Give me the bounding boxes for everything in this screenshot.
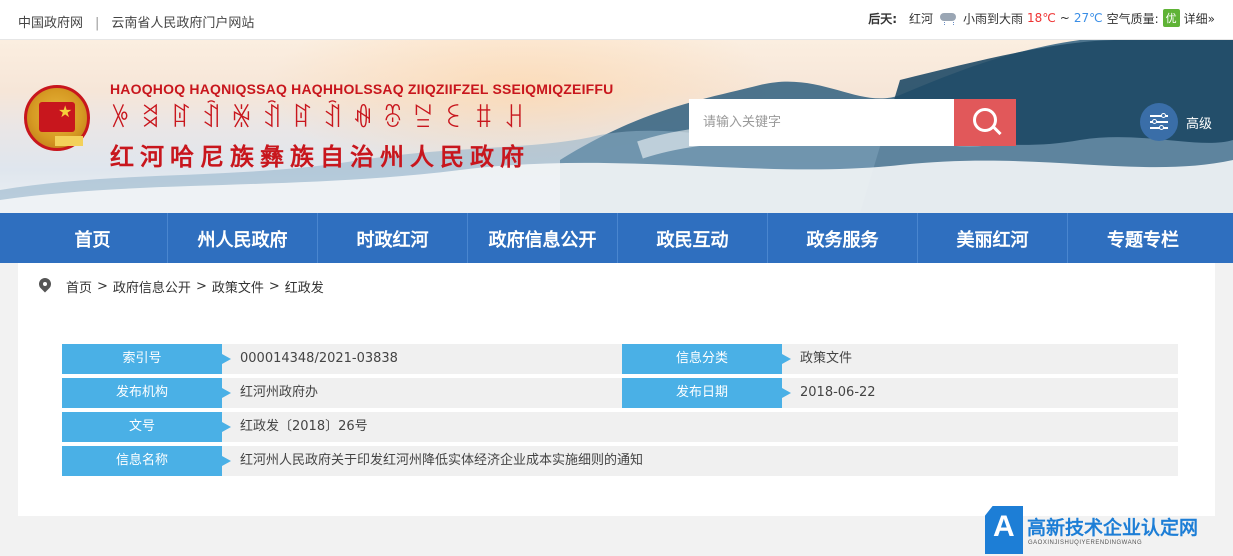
document-title-value: 红河州人民政府关于印发红河州降低实体经济企业成本实施细则的通知 (222, 446, 1178, 476)
weather-details-link[interactable]: 详细» (1184, 10, 1215, 27)
document-number-label: 文号 (62, 412, 231, 442)
watermark-logo-icon: A (985, 506, 1023, 554)
index-number-value: 000014348/2021-03838 (222, 344, 622, 374)
emblem-gate (55, 136, 83, 146)
breadcrumb-policy-docs[interactable]: 政策文件 (212, 277, 264, 296)
document-metadata-table: 索引号 000014348/2021-03838 信息分类 政策文件 发布机构 … (62, 344, 1178, 480)
breadcrumb-disclosure[interactable]: 政府信息公开 (113, 277, 191, 296)
sliders-icon (1140, 103, 1178, 141)
breadcrumb-separator: > (97, 279, 108, 294)
top-bar: 中国政府网 | 云南省人民政府门户网站 后天: 红河 小雨到大雨 18℃ ~ 27℃ 空… (0, 0, 1233, 40)
watermark-logo-letter: A (993, 510, 1015, 543)
category-value: 政策文件 (782, 344, 1178, 374)
emblem-star: ★ (58, 102, 73, 121)
breadcrumb-home[interactable]: 首页 (66, 277, 92, 296)
breadcrumb-separator: > (268, 279, 280, 294)
advanced-search-button[interactable]: 高级 (1140, 103, 1212, 141)
search-icon-handle (992, 125, 1002, 136)
advanced-search-label: 高级 (1186, 116, 1213, 132)
nav-item-special-topics[interactable]: 专题专栏 (1068, 213, 1218, 263)
publish-date-label: 发布日期 (622, 378, 791, 408)
breadcrumb: 首页 > 政府信息公开 > 政策文件 > 红政发 (38, 277, 324, 296)
top-links: 中国政府网 | 云南省人民政府门户网站 (18, 12, 254, 31)
watermark-title: 高新技术企业认定网 (1027, 517, 1199, 539)
location-pin-icon (38, 278, 52, 295)
site-title-chinese[interactable]: 红河哈尼族彝族自治州人民政府 (110, 137, 530, 172)
meta-row: 发布机构 红河州政府办 发布日期 2018-06-22 (62, 378, 1178, 408)
site-title-yi: ꉼꈬꍏꀉꍐꀉꍏꀉꊿꁨꊂꏂꐚꃅ (110, 104, 535, 134)
weather-day-label: 后天: (868, 11, 898, 26)
document-number-value: 红政发〔2018〕26号 (222, 412, 1178, 442)
link-yunnan-portal[interactable]: 云南省人民政府门户网站 (111, 16, 254, 31)
breadcrumb-current[interactable]: 红政发 (285, 277, 324, 296)
search-button[interactable] (954, 99, 1016, 146)
index-number-label: 索引号 (62, 344, 231, 374)
publisher-label: 发布机构 (62, 378, 231, 408)
publisher-value: 红河州政府办 (222, 378, 622, 408)
meta-row: 信息名称 红河州人民政府关于印发红河州降低实体经济企业成本实施细则的通知 (62, 446, 1178, 476)
link-gov-cn[interactable]: 中国政府网 (18, 16, 83, 31)
breadcrumb-separator: > (195, 279, 207, 294)
main-nav: 首页 州人民政府 时政红河 政府信息公开 政民互动 政务服务 美丽红河 专题专栏 (0, 213, 1233, 263)
site-title-romanized: HAOQHOQ HAQNIQSSAQ HAQHHOLSSAQ ZIIQZIIFZ… (110, 81, 614, 97)
top-separator: | (95, 16, 100, 31)
air-quality-label: 空气质量: (1106, 11, 1159, 26)
national-emblem-icon: ★ (24, 85, 90, 151)
nav-item-government[interactable]: 州人民政府 (168, 213, 318, 263)
nav-item-disclosure[interactable]: 政府信息公开 (468, 213, 618, 263)
watermark-subtitle: GAOXINJISHUQIYERENDINGWANG (1028, 540, 1143, 546)
category-label: 信息分类 (622, 344, 791, 374)
search-input[interactable] (689, 99, 955, 146)
emblem-inner: ★ (39, 102, 83, 146)
weather-temp-high: 18℃ (1027, 11, 1056, 25)
meta-row: 索引号 000014348/2021-03838 信息分类 政策文件 (62, 344, 1178, 374)
weather-city: 红河 (909, 11, 934, 26)
weather-condition: 小雨到大雨 (963, 11, 1024, 26)
nav-item-services[interactable]: 政务服务 (768, 213, 918, 263)
nav-item-interaction[interactable]: 政民互动 (618, 213, 768, 263)
watermark: A 高新技术企业认定网 GAOXINJISHUQIYERENDINGWANG (985, 505, 1233, 556)
document-title-label: 信息名称 (62, 446, 231, 476)
weather-widget: 后天: 红河 小雨到大雨 18℃ ~ 27℃ 空气质量: 优详细» (868, 9, 1215, 27)
meta-row: 文号 红政发〔2018〕26号 (62, 412, 1178, 442)
rain-cloud-icon (939, 11, 957, 25)
weather-range-sep: ~ (1059, 11, 1070, 25)
air-quality-badge: 优 (1162, 9, 1180, 27)
content-panel: 首页 > 政府信息公开 > 政策文件 > 红政发 索引号 000014348/2… (18, 263, 1215, 516)
nav-item-home[interactable]: 首页 (18, 213, 168, 263)
header-banner: ★ HAOQHOQ HAQNIQSSAQ HAQHHOLSSAQ ZIIQZII… (0, 40, 1233, 213)
publish-date-value: 2018-06-22 (782, 378, 1178, 408)
nav-item-news[interactable]: 时政红河 (318, 213, 468, 263)
nav-item-beautiful-honghe[interactable]: 美丽红河 (918, 213, 1068, 263)
weather-temp-low: 27℃ (1073, 11, 1103, 25)
